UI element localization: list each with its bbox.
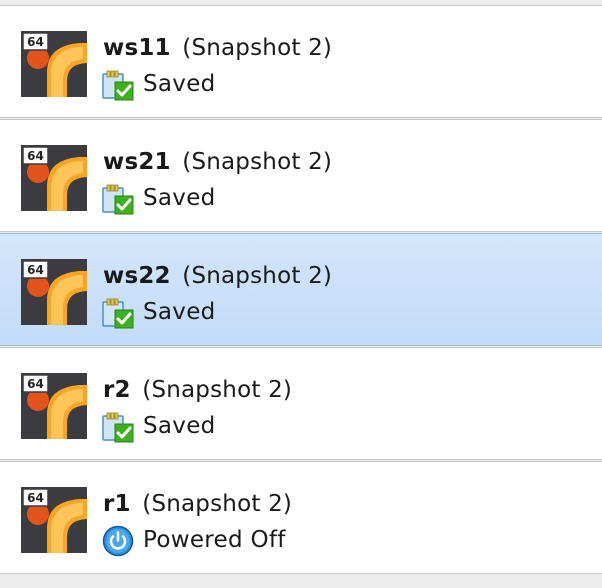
svg-text:64: 64 [27, 263, 44, 277]
os-64bit-icon: 64 [21, 373, 87, 439]
vm-snapshot-label: (Snapshot 2) [182, 149, 333, 175]
vm-name-line: ws21 (Snapshot 2) [103, 149, 332, 175]
vm-name: ws11 [103, 35, 171, 61]
vm-snapshot-label: (Snapshot 2) [182, 263, 333, 289]
vm-name: ws22 [103, 263, 171, 289]
vm-name: ws21 [103, 149, 171, 175]
vm-snapshot-label: (Snapshot 2) [142, 491, 293, 517]
vm-list-item[interactable]: 64 r1 (Snapshot 2) Powered Off [0, 461, 602, 574]
saved-state-icon [102, 412, 134, 443]
vm-snapshot-label: (Snapshot 2) [142, 377, 293, 403]
vm-name: r2 [103, 377, 131, 403]
vm-state-label: Saved [143, 299, 216, 325]
saved-state-icon [102, 298, 134, 329]
os-64bit-icon: 64 [21, 145, 87, 211]
powered-off-icon [102, 525, 134, 557]
os-64bit-icon: 64 [21, 259, 87, 325]
os-64bit-icon: 64 [21, 487, 87, 553]
vm-state-label: Powered Off [143, 527, 286, 553]
os-64bit-icon: 64 [21, 31, 87, 97]
vm-name-line: r2 (Snapshot 2) [103, 377, 292, 403]
vm-name-line: r1 (Snapshot 2) [103, 491, 292, 517]
vm-list-item-selected[interactable]: 64 ws22 (Snapshot 2) Saved [0, 233, 602, 346]
vm-list-item[interactable]: 64 ws11 (Snapshot 2) Saved [0, 5, 602, 118]
vm-state-label: Saved [143, 71, 216, 97]
vm-list-item[interactable]: 64 ws21 (Snapshot 2) Saved [0, 119, 602, 232]
vm-snapshot-label: (Snapshot 2) [182, 35, 333, 61]
svg-text:64: 64 [27, 149, 44, 163]
vm-state-label: Saved [143, 413, 216, 439]
svg-text:64: 64 [27, 491, 44, 505]
vm-list: 64 ws11 (Snapshot 2) Saved 64 ws21 (Snap… [0, 0, 602, 588]
vm-name-line: ws11 (Snapshot 2) [103, 35, 332, 61]
vm-state-label: Saved [143, 185, 216, 211]
saved-state-icon [102, 70, 134, 101]
svg-text:64: 64 [27, 377, 44, 391]
vm-list-item[interactable]: 64 r2 (Snapshot 2) Saved [0, 347, 602, 460]
vm-name-line: ws22 (Snapshot 2) [103, 263, 332, 289]
svg-text:64: 64 [27, 35, 44, 49]
saved-state-icon [102, 184, 134, 215]
vm-name: r1 [103, 491, 131, 517]
